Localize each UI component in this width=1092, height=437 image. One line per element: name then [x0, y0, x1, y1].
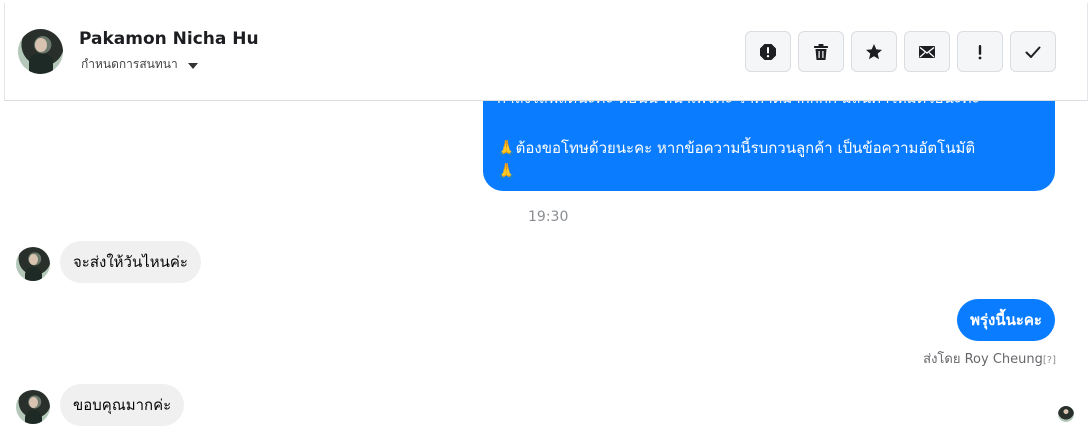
mark-done-button[interactable]	[1010, 31, 1056, 72]
message-text: 🙏ต้องขอโทษด้วยนะคะ หากข้อความนี้รบกวนลูก…	[497, 139, 976, 157]
check-icon	[1024, 43, 1042, 61]
sent-by-help-link[interactable]: [?]	[1043, 355, 1056, 366]
delete-button[interactable]	[798, 31, 844, 72]
action-toolbar	[745, 31, 1056, 72]
avatar[interactable]	[16, 390, 50, 424]
sent-by-label: ส่งโดย Roy Cheung[?]	[923, 348, 1056, 369]
mark-important-button[interactable]	[957, 31, 1003, 72]
conversation-header: Pakamon Nicha Hu กำหนดการสนทนา	[4, 3, 1088, 101]
read-receipt-avatar	[1058, 406, 1074, 422]
caret-down-icon	[187, 62, 198, 69]
incoming-message-bubble: ขอบคุณมากค่ะ	[60, 384, 185, 426]
star-button[interactable]	[851, 31, 897, 72]
star-icon	[865, 43, 883, 61]
exclamation-icon	[971, 43, 989, 61]
contact-avatar[interactable]	[18, 29, 63, 74]
mail-icon	[918, 43, 936, 61]
conversation-settings-dropdown[interactable]: กำหนดการสนทนา	[81, 55, 198, 74]
incoming-message-bubble: จะส่งให้วันไหนค่ะ	[60, 241, 201, 283]
message-timestamp: 19:30	[528, 209, 569, 225]
conversation-settings-label: กำหนดการสนทนา	[81, 57, 178, 71]
outgoing-message-bubble: พรุ่งนี้นะคะ	[957, 299, 1055, 341]
contact-name[interactable]: Pakamon Nicha Hu	[79, 29, 259, 49]
report-button[interactable]	[745, 31, 791, 72]
report-icon	[759, 43, 777, 61]
sent-by-text: ส่งโดย Roy Cheung	[923, 352, 1043, 367]
message-text: 🙏	[497, 162, 516, 180]
trash-icon	[812, 43, 830, 61]
mark-unread-button[interactable]	[904, 31, 950, 72]
avatar[interactable]	[16, 247, 50, 281]
